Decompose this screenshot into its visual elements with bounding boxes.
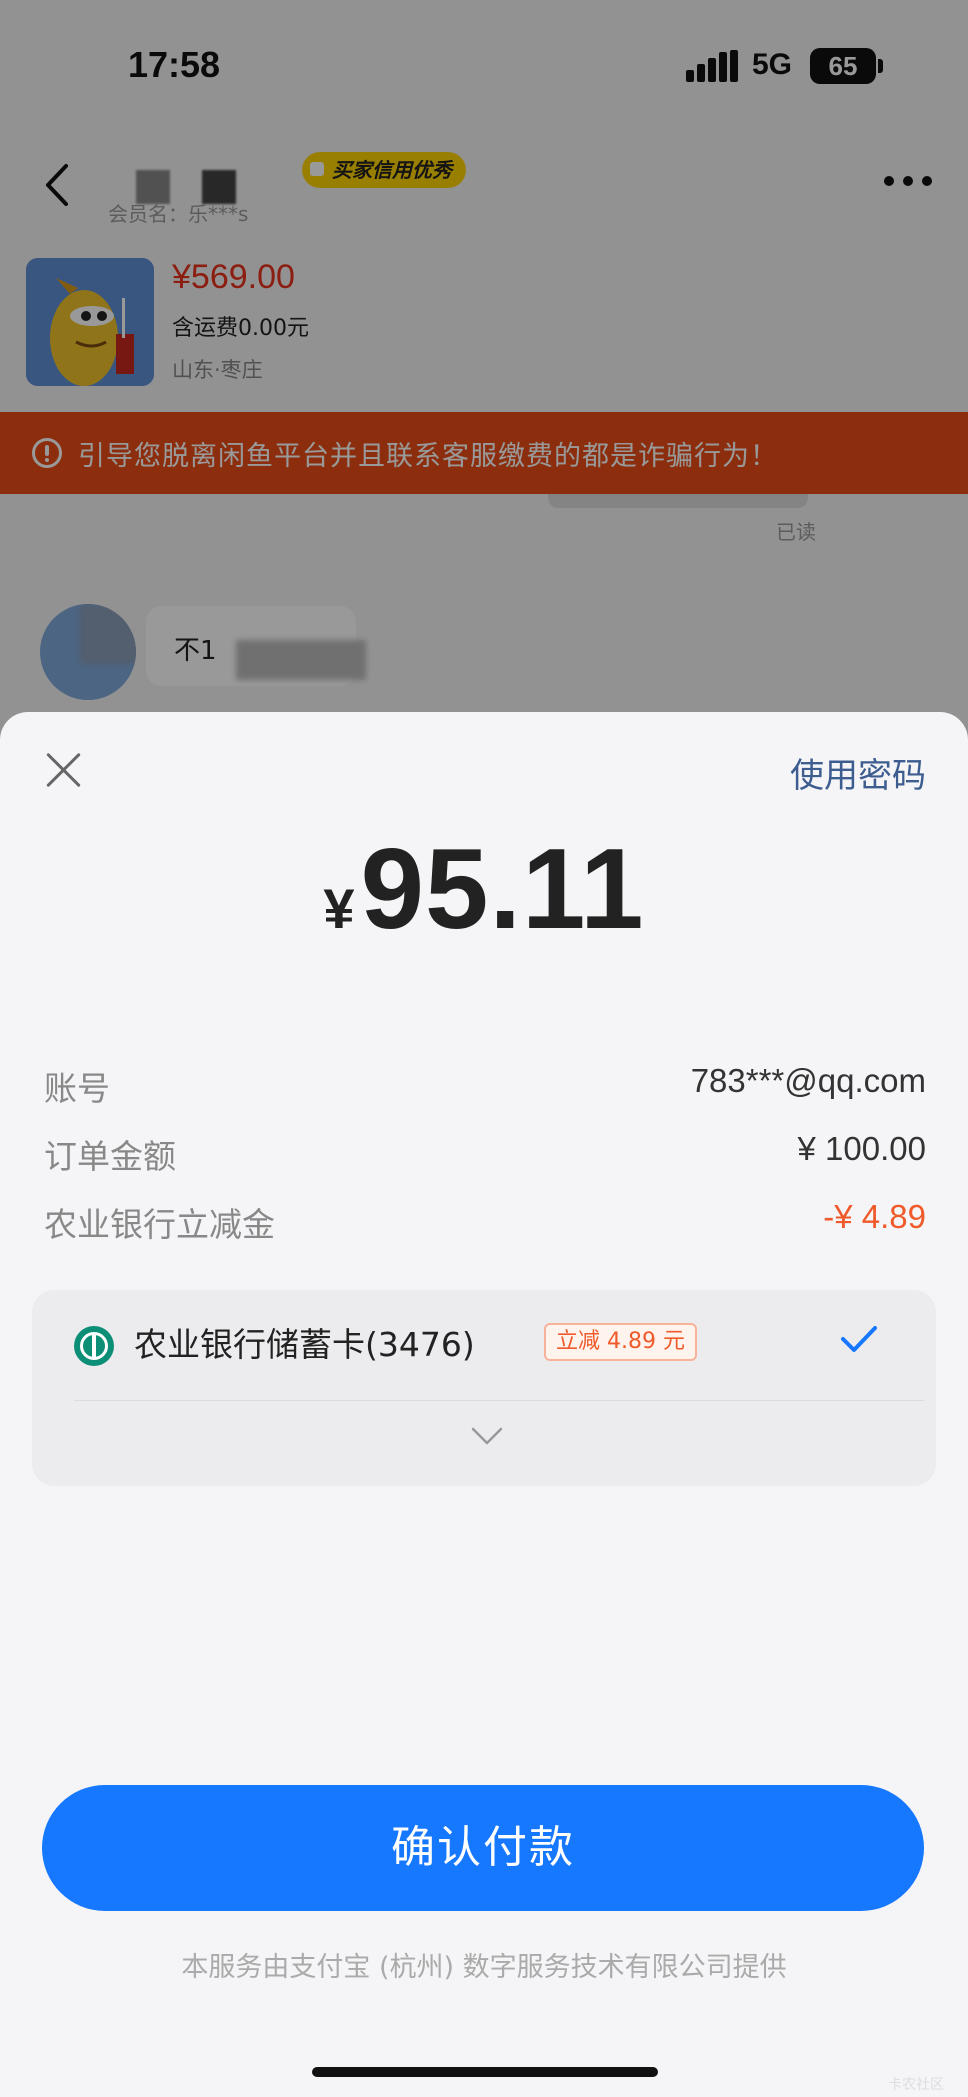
payment-amount: ¥95.11 bbox=[0, 824, 968, 955]
detail-row-order-amount: 订单金额 ¥ 100.00 bbox=[44, 1122, 926, 1190]
card-name: 农业银行储蓄卡(3476) bbox=[134, 1325, 475, 1364]
confirm-payment-button[interactable]: 确认付款 bbox=[42, 1785, 924, 1911]
detail-label: 农业银行立减金 bbox=[44, 1205, 275, 1244]
discount-value: -¥ 4.89 bbox=[823, 1198, 926, 1235]
service-provider-note: 本服务由支付宝 (杭州) 数字服务技术有限公司提供 bbox=[181, 1952, 787, 1983]
home-indicator[interactable] bbox=[312, 2067, 658, 2077]
bank-logo-icon bbox=[74, 1326, 114, 1366]
payment-details: 账号 783***@qq.com 订单金额 ¥ 100.00 农业银行立减金 -… bbox=[44, 1054, 926, 1258]
card-discount-tag: 立减 4.89 元 bbox=[544, 1323, 697, 1361]
payment-sheet: 使用密码 ¥95.11 账号 783***@qq.com 订单金额 ¥ 100.… bbox=[0, 712, 968, 2097]
detail-row-bank-discount: 农业银行立减金 -¥ 4.89 bbox=[44, 1190, 926, 1258]
payment-method-box[interactable]: 农业银行储蓄卡(3476) 立减 4.89 元 bbox=[32, 1290, 936, 1486]
card-divider bbox=[74, 1400, 924, 1401]
watermark: 卡农社区 bbox=[888, 2077, 944, 2093]
detail-label: 订单金额 bbox=[44, 1137, 176, 1176]
detail-row-account: 账号 783***@qq.com bbox=[44, 1054, 926, 1122]
check-icon[interactable] bbox=[840, 1324, 878, 1354]
use-password-link[interactable]: 使用密码 bbox=[790, 748, 926, 797]
detail-value: 783***@qq.com bbox=[690, 1062, 926, 1099]
amount-currency: ¥ bbox=[323, 877, 355, 940]
detail-label: 账号 bbox=[44, 1069, 110, 1108]
close-icon[interactable] bbox=[44, 750, 84, 790]
chevron-down-icon[interactable] bbox=[470, 1426, 504, 1446]
detail-value: ¥ 100.00 bbox=[797, 1130, 926, 1167]
amount-value: 95.11 bbox=[360, 826, 645, 953]
